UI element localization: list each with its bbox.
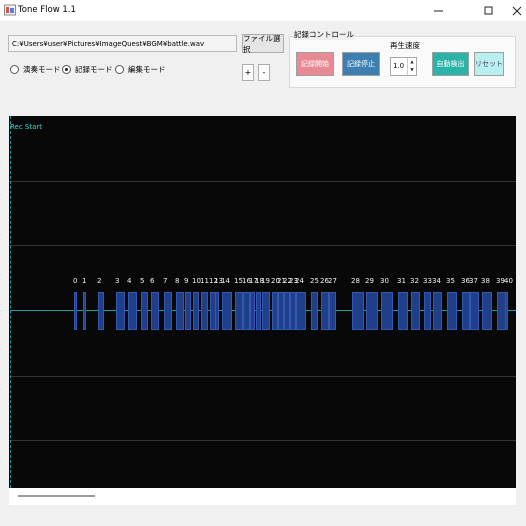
note-block[interactable] bbox=[262, 292, 270, 330]
note-block[interactable] bbox=[321, 292, 329, 330]
note-index-label: 34 bbox=[432, 277, 441, 285]
mode-record-radio[interactable]: 記録モード bbox=[62, 63, 113, 75]
minimize-icon[interactable] bbox=[422, 0, 456, 21]
note-block[interactable] bbox=[366, 292, 378, 330]
horizontal-scrollbar[interactable] bbox=[9, 488, 516, 505]
note-block[interactable] bbox=[74, 292, 77, 330]
mode-edit-label: 編集モード bbox=[128, 64, 166, 74]
note-block[interactable] bbox=[398, 292, 408, 330]
note-index-label: 3 bbox=[115, 277, 120, 285]
note-block[interactable] bbox=[352, 292, 364, 330]
record-start-marker bbox=[10, 116, 11, 488]
note-block[interactable] bbox=[98, 292, 104, 330]
note-index-label: 32 bbox=[410, 277, 419, 285]
note-block[interactable] bbox=[128, 292, 137, 330]
grid-line bbox=[9, 245, 516, 246]
note-block[interactable] bbox=[193, 292, 199, 330]
timeline-canvas[interactable]: Rec Start 0 1 2 3 4 5 6 7 8 9 10 11 12 13 14 15 16 17 18 19… bbox=[9, 116, 516, 488]
note-index-label: 28 bbox=[351, 277, 360, 285]
note-block[interactable] bbox=[482, 292, 492, 330]
note-block[interactable] bbox=[176, 292, 184, 330]
note-block[interactable] bbox=[151, 292, 159, 330]
file-select-button[interactable]: ファイル選択 bbox=[242, 34, 284, 54]
note-index-label: 24 bbox=[295, 277, 304, 285]
note-block[interactable] bbox=[447, 292, 457, 330]
radio-checked-icon bbox=[62, 64, 71, 74]
note-index-label: 7 bbox=[163, 277, 168, 285]
app-icon bbox=[4, 4, 16, 16]
mode-play-label: 演奏モード bbox=[23, 64, 61, 74]
note-block[interactable] bbox=[411, 292, 420, 330]
note-index-label: 5 bbox=[140, 277, 145, 285]
spin-down-icon[interactable]: ▼ bbox=[410, 68, 413, 73]
note-index-label: 38 bbox=[481, 277, 490, 285]
rec-start-label: Rec Start bbox=[10, 123, 43, 131]
speed-stepper[interactable]: 1.0 ▲ ▼ bbox=[390, 57, 417, 76]
mode-play-radio[interactable]: 演奏モード bbox=[10, 63, 61, 75]
note-block[interactable] bbox=[116, 292, 125, 330]
note-index-label: 30 bbox=[380, 277, 389, 285]
note-index-label: 40 bbox=[504, 277, 513, 285]
record-control-title: 記録コントロール bbox=[293, 29, 355, 40]
note-index-label: 35 bbox=[446, 277, 455, 285]
note-block[interactable] bbox=[141, 292, 148, 330]
note-index-label: 25 bbox=[310, 277, 319, 285]
file-path-input[interactable] bbox=[8, 35, 237, 52]
auto-detect-button[interactable]: 自動検出 bbox=[432, 52, 469, 76]
scrollbar-thumb[interactable] bbox=[18, 495, 95, 497]
note-block[interactable] bbox=[164, 292, 172, 330]
note-index-label: 37 bbox=[469, 277, 478, 285]
note-index-label: 8 bbox=[175, 277, 180, 285]
reset-button[interactable]: リセット bbox=[474, 52, 504, 76]
speed-value: 1.0 bbox=[393, 62, 405, 70]
note-block[interactable] bbox=[311, 292, 318, 330]
close-icon[interactable] bbox=[500, 0, 526, 21]
note-index-label: 27 bbox=[328, 277, 337, 285]
grid-line bbox=[9, 181, 516, 182]
note-index-label: 9 bbox=[184, 277, 189, 285]
note-block[interactable] bbox=[329, 292, 336, 330]
note-block[interactable] bbox=[470, 292, 479, 330]
note-block[interactable] bbox=[215, 292, 219, 330]
zoom-out-button[interactable]: - bbox=[258, 64, 270, 81]
note-block[interactable] bbox=[381, 292, 393, 330]
mode-edit-radio[interactable]: 編集モード bbox=[115, 63, 166, 75]
note-index-label: 0 bbox=[73, 277, 78, 285]
zoom-in-button[interactable]: + bbox=[242, 64, 254, 81]
radio-unchecked-icon bbox=[10, 64, 19, 74]
note-index-label: 14 bbox=[221, 277, 230, 285]
note-index-label: 2 bbox=[97, 277, 102, 285]
mode-record-label: 記録モード bbox=[75, 64, 113, 74]
note-index-label: 4 bbox=[127, 277, 132, 285]
note-index-label: 6 bbox=[150, 277, 155, 285]
record-stop-button[interactable]: 記録停止 bbox=[342, 52, 380, 76]
note-block[interactable] bbox=[83, 292, 86, 330]
note-index-label: 1 bbox=[82, 277, 87, 285]
note-index-label: 29 bbox=[365, 277, 374, 285]
note-index-label: 11 bbox=[200, 277, 209, 285]
spin-up-icon[interactable]: ▲ bbox=[410, 60, 413, 65]
note-index-label: 33 bbox=[423, 277, 432, 285]
note-block[interactable] bbox=[235, 292, 243, 330]
note-block[interactable] bbox=[424, 292, 431, 330]
note-block[interactable] bbox=[462, 292, 470, 330]
note-block[interactable] bbox=[250, 292, 255, 330]
title-bar: Tone Flow 1.1 bbox=[0, 0, 526, 21]
note-index-label: 31 bbox=[397, 277, 406, 285]
speed-label: 再生速度 bbox=[390, 41, 420, 50]
note-block[interactable] bbox=[222, 292, 232, 330]
grid-line bbox=[9, 376, 516, 377]
note-block[interactable] bbox=[505, 292, 508, 330]
grid-line bbox=[9, 440, 516, 441]
window-title: Tone Flow 1.1 bbox=[18, 5, 76, 15]
radio-unchecked-icon bbox=[115, 64, 124, 74]
note-block[interactable] bbox=[201, 292, 208, 330]
note-block[interactable] bbox=[243, 292, 250, 330]
note-block[interactable] bbox=[433, 292, 442, 330]
record-start-button[interactable]: 記録開始 bbox=[296, 52, 334, 76]
note-index-label: 19 bbox=[261, 277, 270, 285]
note-block[interactable] bbox=[256, 292, 261, 330]
note-block[interactable] bbox=[296, 292, 306, 330]
note-block[interactable] bbox=[185, 292, 191, 330]
